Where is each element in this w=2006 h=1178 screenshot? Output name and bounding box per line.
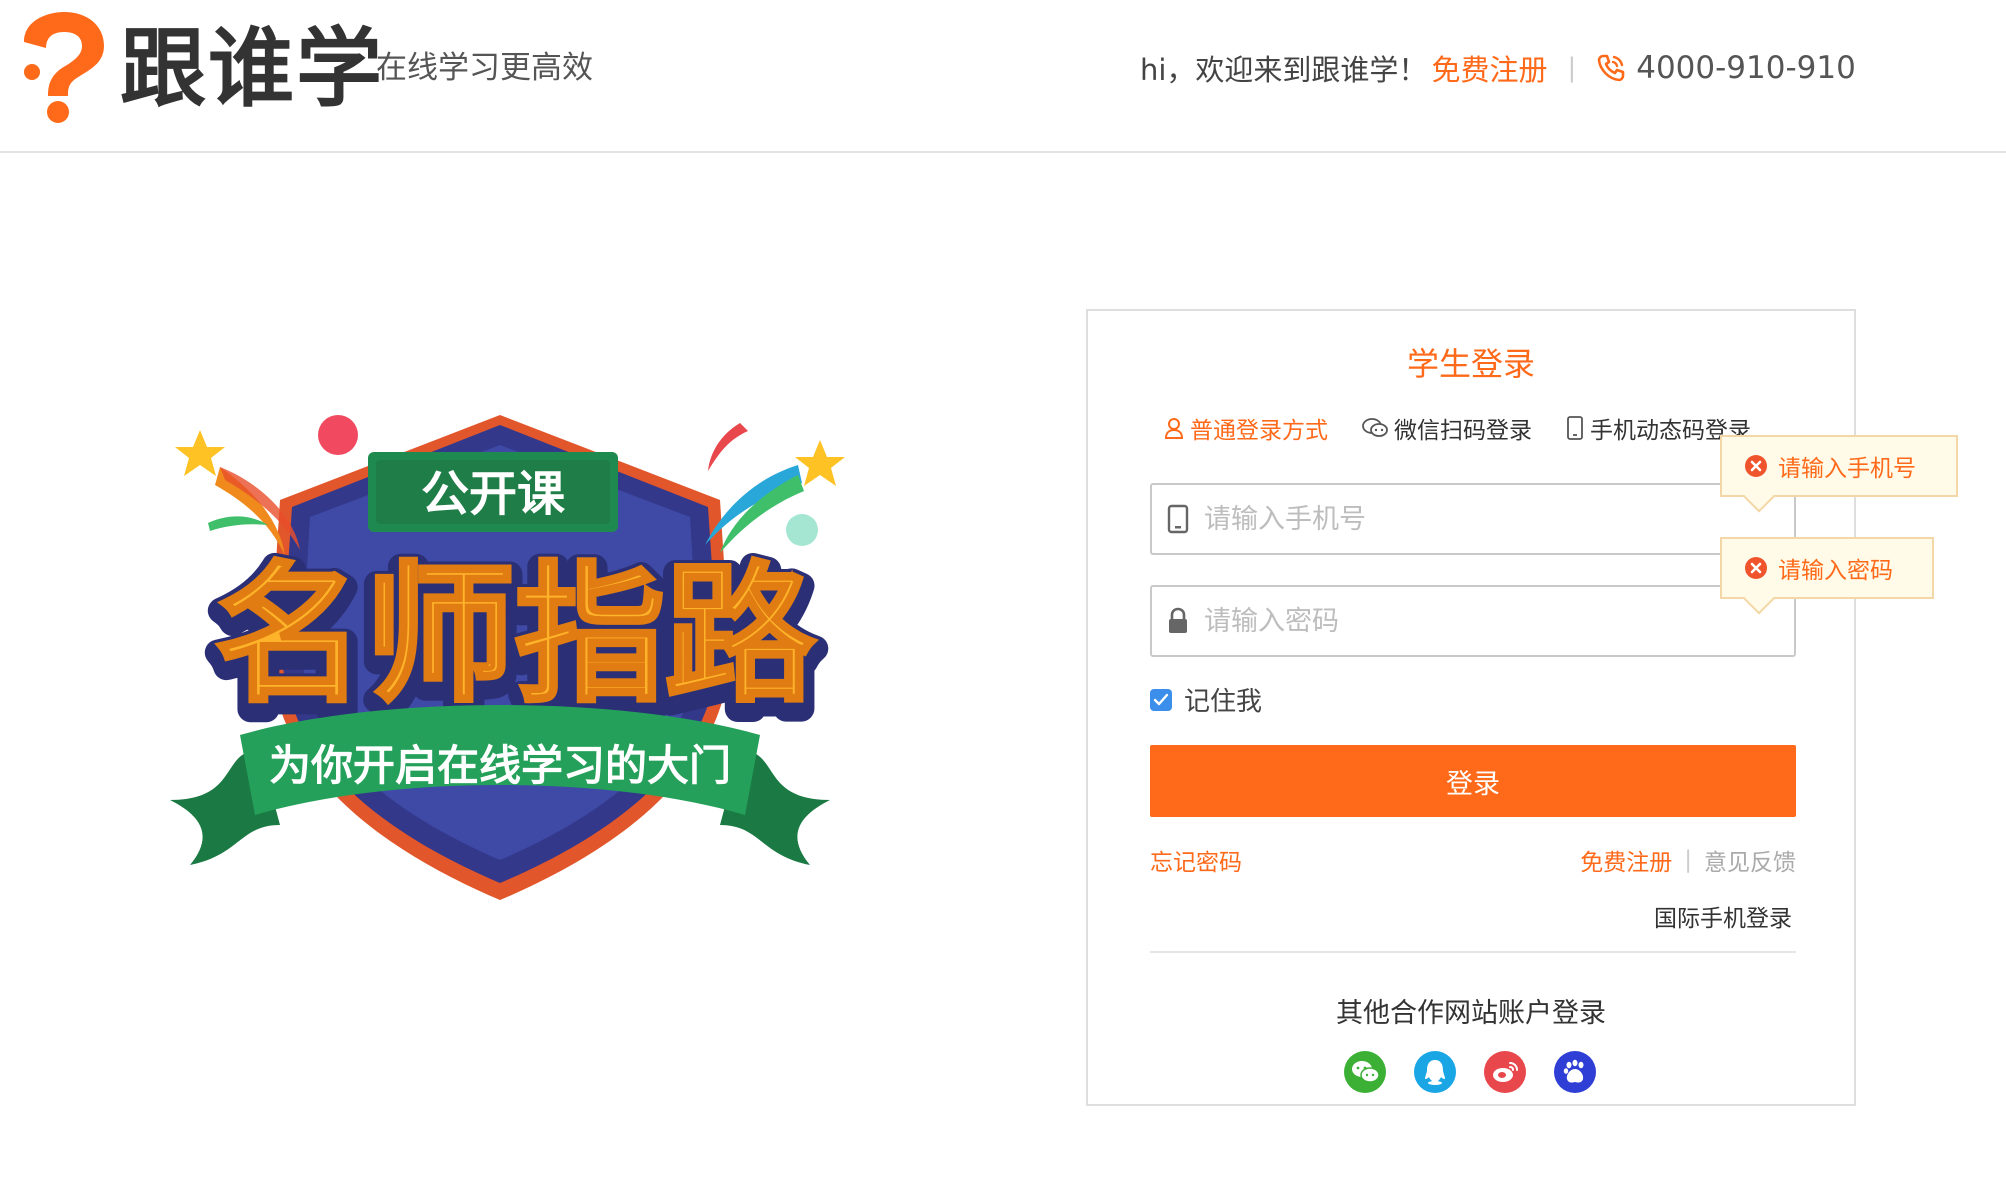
auxiliary-links: 忘记密码 免费注册 | 意见反馈 [1150,843,1796,877]
qq-login-button[interactable] [1414,1051,1456,1093]
login-title: 学生登录 [1406,345,1535,383]
forgot-password-link[interactable]: 忘记密码 [1150,843,1242,877]
right-links: 免费注册 | 意见反馈 [1580,843,1796,877]
weibo-icon [1493,1062,1518,1082]
remember-me[interactable]: 记住我 [1150,681,1262,718]
login-method-tabs: 普通登录方式 微信扫码登录 手机动态码登录 [1164,411,1785,445]
tab-normal-login-label: 普通登录方式 [1190,418,1328,444]
header-register-link[interactable]: 免费注册 [1431,47,1547,89]
error-icon [1745,455,1767,477]
link-separator: | [1684,847,1692,873]
lock-icon [1169,607,1187,633]
ribbon-text: 为你开启在线学习的大门 [269,741,731,790]
tab-wechat-scan-login[interactable]: 微信扫码登录 [1362,411,1532,445]
wechat-login-button[interactable] [1344,1051,1386,1093]
star-decoration [175,430,225,476]
feedback-link[interactable]: 意见反馈 [1704,843,1796,877]
banner-headline: 名师指路 [215,549,816,723]
password-error-tooltip: 请输入密码 [1720,537,1934,599]
register-link[interactable]: 免费注册 [1580,843,1672,877]
badge-text: 公开课 [421,466,566,522]
baidu-icon [1563,1059,1584,1083]
password-field-wrapper [1150,585,1796,657]
baidu-login-button[interactable] [1554,1051,1596,1093]
tab-wechat-scan-login-label: 微信扫码登录 [1394,418,1532,444]
remember-checkbox[interactable] [1150,688,1172,711]
hotline-number: 4000-910-910 [1636,50,1856,86]
error-icon [1745,557,1767,579]
top-header: 跟谁学 在线学习更高效 hi，欢迎来到跟谁学！ 免费注册 | 4000-910-… [0,0,2006,153]
qq-icon [1425,1060,1445,1085]
phone-field-wrapper [1150,483,1796,555]
brand-slogan: 在线学习更高效 [376,50,593,86]
partner-login-icons [1344,1051,1596,1093]
remember-label: 记住我 [1184,687,1263,717]
phone-error-text: 请输入手机号 [1778,456,1916,482]
password-input[interactable] [1202,591,1762,651]
phone-input[interactable] [1202,489,1762,549]
promo-banner-illustration: 公开课 名师指路 名师指路 为你开启在线学习的大门 [170,415,845,900]
wechat-icon [1362,418,1388,437]
header-actions: hi，欢迎来到跟谁学！ 免费注册 | 4000-910-910 [1140,46,1856,90]
weibo-login-button[interactable] [1484,1051,1526,1093]
question-mark-logo-icon[interactable] [14,12,106,124]
tab-normal-login[interactable]: 普通登录方式 [1164,411,1328,445]
divider [1150,951,1796,953]
user-icon [1164,418,1184,439]
student-login-panel: 学生登录 普通登录方式 微信扫码登录 手机动态码登录 请输入手机号 记住我 登录… [1086,309,1856,1106]
phone-error-tooltip: 请输入手机号 [1720,435,1958,497]
header-separator: | [1567,53,1577,83]
phone-icon [1597,54,1625,82]
wechat-icon [1352,1061,1380,1083]
password-error-text: 请输入密码 [1778,558,1893,584]
mobile-icon [1167,504,1189,534]
brand-logo-text[interactable]: 跟谁学 [120,14,384,124]
login-button[interactable]: 登录 [1150,745,1796,817]
mobile-icon [1567,416,1583,440]
international-phone-login-link[interactable]: 国际手机登录 [1654,899,1792,933]
partner-login-title: 其他合作网站账户登录 [1336,998,1606,1029]
check-icon [1153,693,1169,705]
welcome-text: hi，欢迎来到跟谁学！ [1140,53,1428,87]
